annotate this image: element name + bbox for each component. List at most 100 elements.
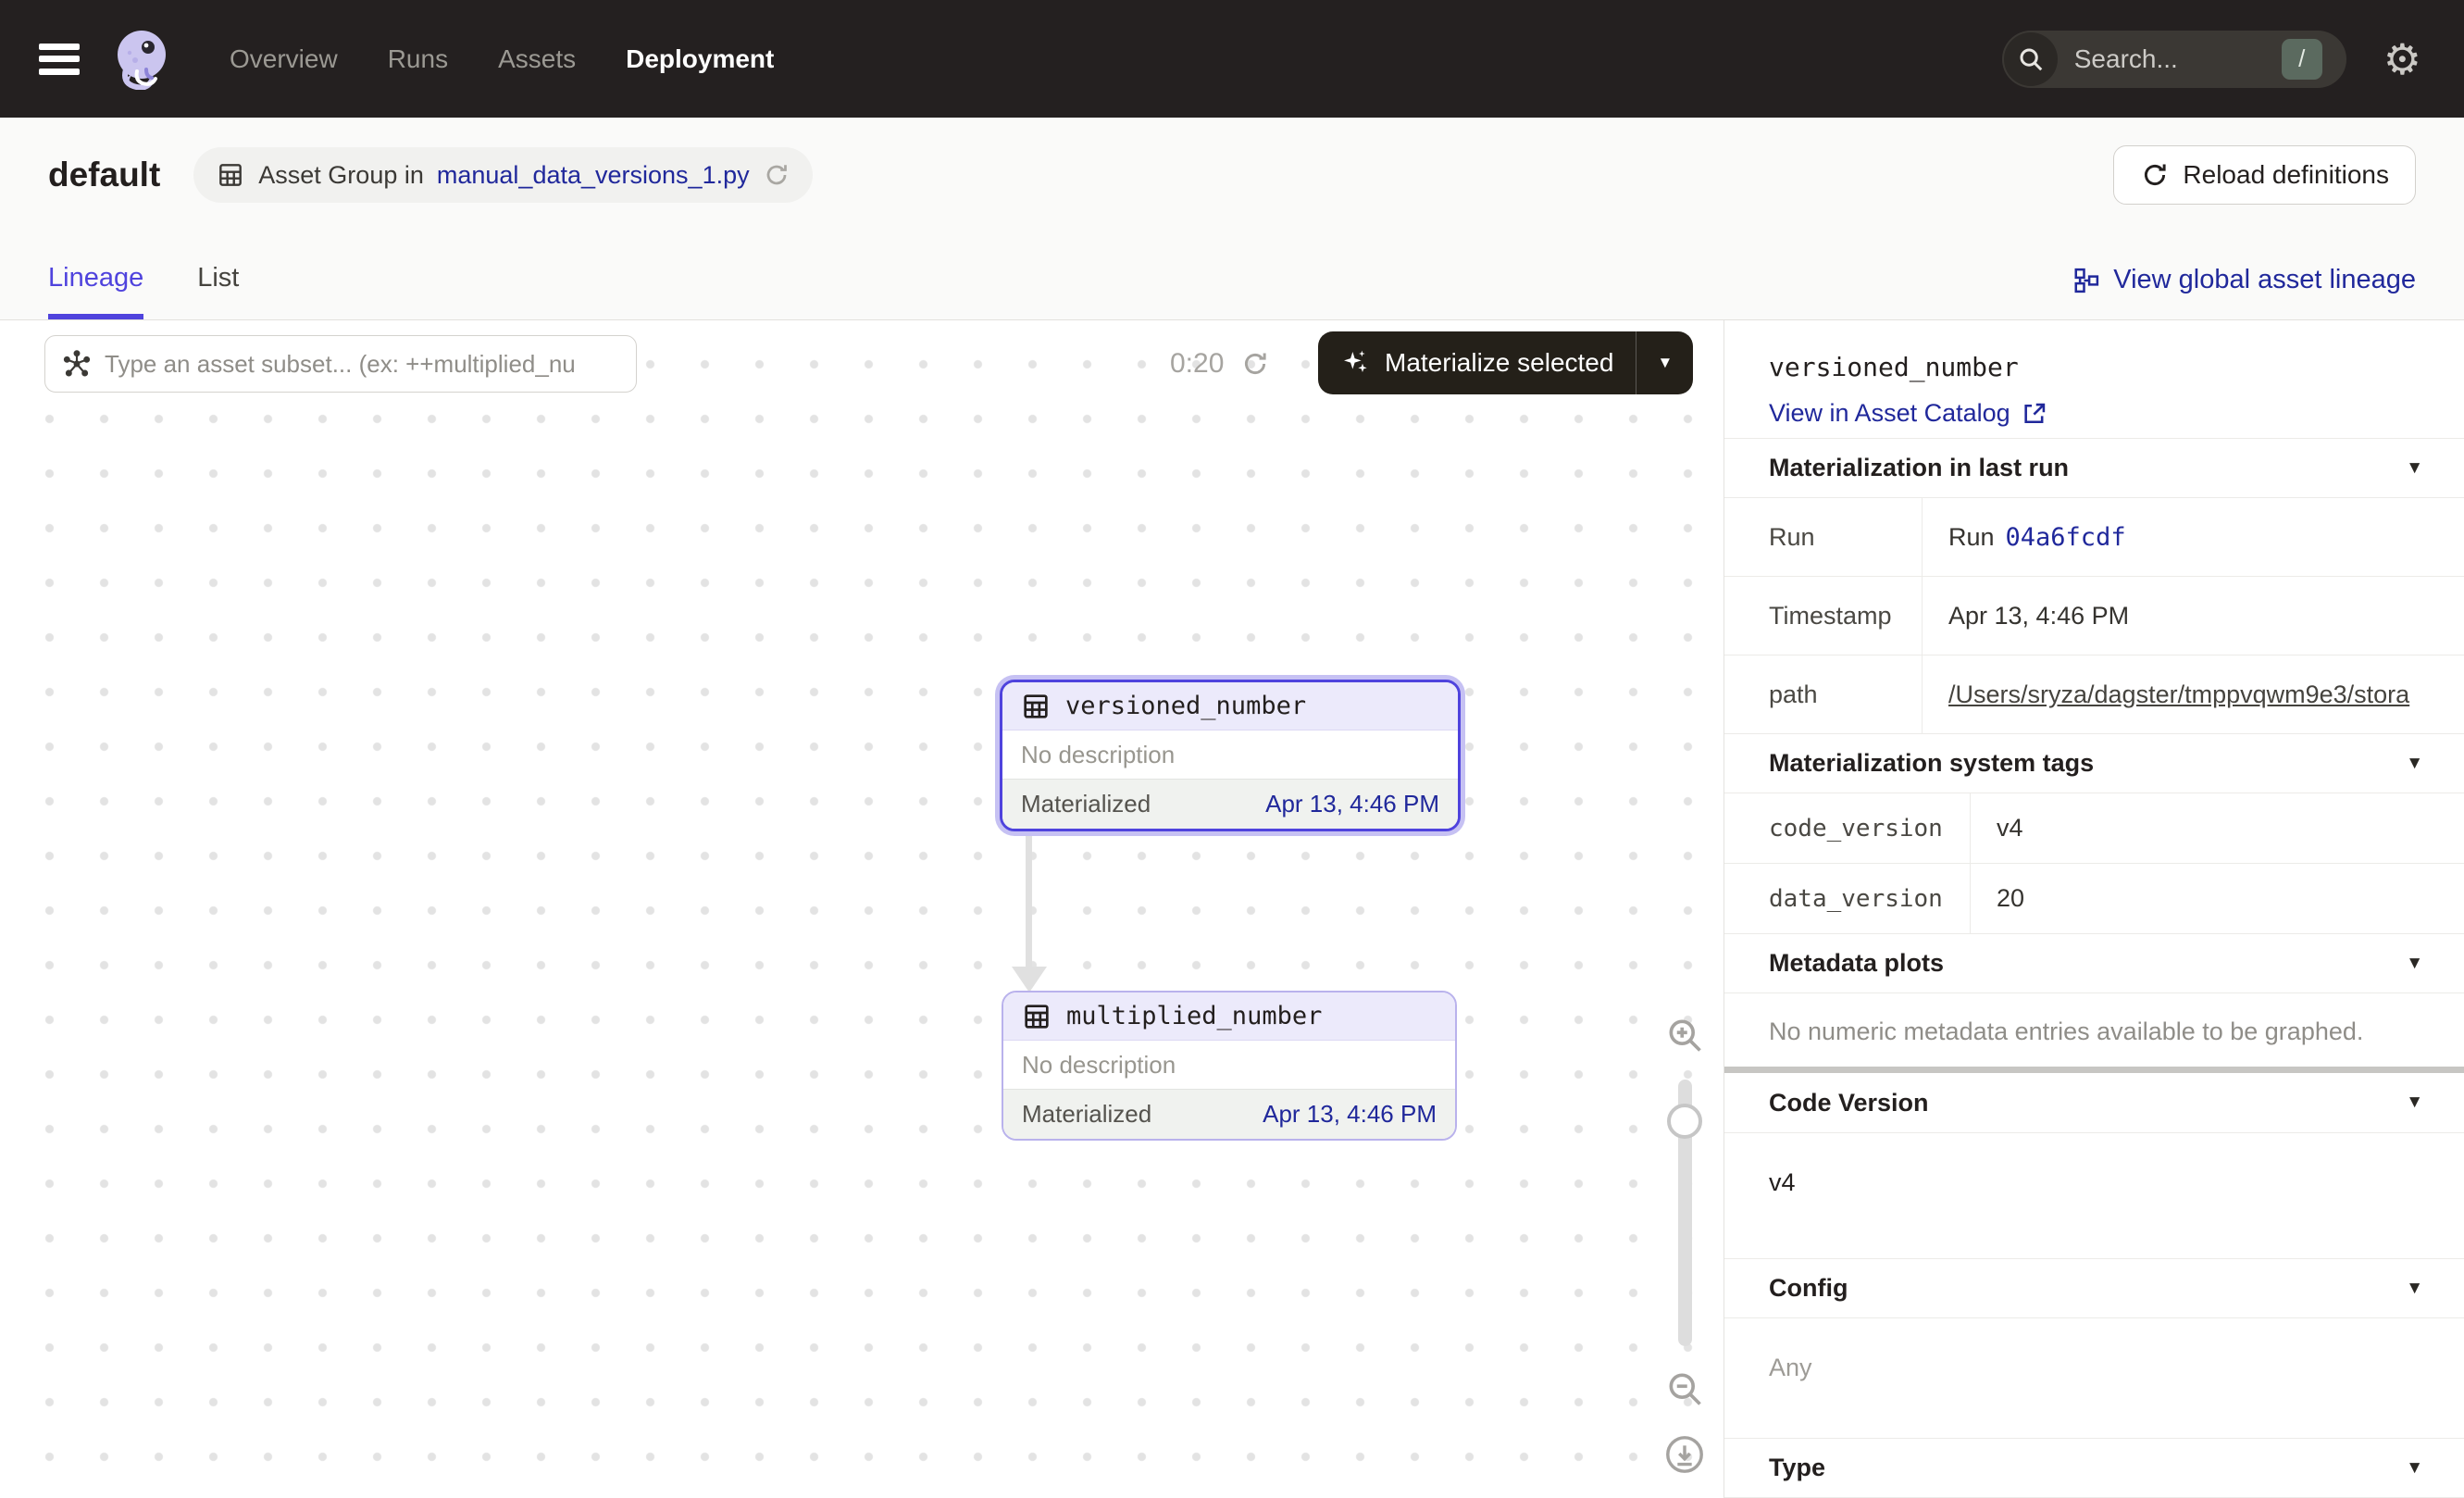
materialize-dropdown-caret[interactable]: ▼: [1636, 331, 1693, 394]
reload-icon: [2140, 160, 2170, 190]
collapse-caret-icon[interactable]: ▼: [2406, 458, 2423, 479]
materialize-selected-button[interactable]: Materialize selected ▼: [1318, 331, 1693, 394]
section-materialization-system-tags[interactable]: Materialization system tags ▼: [1724, 733, 2464, 793]
collapse-caret-icon[interactable]: ▼: [2406, 954, 2423, 974]
refresh-icon[interactable]: [1240, 349, 1270, 379]
search-placeholder: Search...: [2074, 44, 2178, 74]
page-header: default Asset Group in manual_data_versi…: [0, 118, 2464, 320]
asset-node-name: multiplied_number: [1066, 1002, 1322, 1030]
asset-detail-panel: versioned_number View in Asset Catalog M…: [1724, 320, 2464, 1498]
hamburger-menu-icon[interactable]: [39, 44, 80, 75]
config-value: Any: [1724, 1317, 2464, 1438]
panel-divider: [1724, 1067, 2464, 1073]
section-metadata-plots[interactable]: Metadata plots ▼: [1724, 933, 2464, 992]
nav-item-assets[interactable]: Assets: [498, 44, 576, 74]
sparkle-icon: [1340, 348, 1370, 378]
badge-reload-icon[interactable]: [763, 161, 790, 189]
asset-node-timestamp[interactable]: Apr 13, 4:46 PM: [1263, 1100, 1437, 1129]
nav-item-runs[interactable]: Runs: [388, 44, 448, 74]
section-title: Metadata plots: [1769, 949, 1944, 978]
metadata-plots-empty-message: No numeric metadata entries available to…: [1724, 992, 2464, 1067]
row-label: code_version: [1724, 793, 1971, 863]
search-shortcut-badge: /: [2282, 39, 2322, 80]
asset-node-versioned-number[interactable]: versioned_number No description Material…: [1000, 680, 1461, 831]
collapse-caret-icon[interactable]: ▼: [2406, 754, 2423, 774]
table-row-code-version: code_version v4: [1724, 793, 2464, 863]
timestamp-value: Apr 13, 4:46 PM: [1923, 577, 2464, 655]
asset-table-icon: [1021, 692, 1051, 721]
panel-asset-title: versioned_number: [1769, 352, 2420, 382]
tag-value: 20: [1971, 864, 2464, 933]
reload-definitions-label: Reload definitions: [2183, 160, 2389, 190]
section-code-version[interactable]: Code Version ▼: [1724, 1073, 2464, 1132]
table-row-data-version: data_version 20: [1724, 863, 2464, 933]
asset-group-icon: [216, 160, 245, 190]
code-version-value: v4: [1724, 1132, 2464, 1258]
refresh-countdown: 0:20: [1170, 348, 1224, 380]
top-nav: Overview Runs Assets Deployment Search..…: [0, 0, 2464, 118]
asset-table-icon: [1022, 1002, 1052, 1031]
asset-node-status: Materialized: [1022, 1100, 1151, 1129]
download-image-icon[interactable]: [1663, 1433, 1706, 1476]
run-id-link[interactable]: 04a6fcdf: [2006, 523, 2126, 552]
view-in-asset-catalog-label: View in Asset Catalog: [1769, 399, 2010, 428]
section-title: Materialization in last run: [1769, 454, 2069, 482]
nav-items: Overview Runs Assets Deployment: [230, 44, 774, 74]
asset-subset-icon: [62, 349, 92, 379]
settings-gear-icon[interactable]: ⚙: [2383, 38, 2421, 81]
table-row-run: Run Run 04a6fcdf: [1724, 497, 2464, 576]
reload-definitions-button[interactable]: Reload definitions: [2113, 145, 2416, 205]
view-global-asset-lineage-link[interactable]: View global asset lineage: [2072, 265, 2416, 319]
collapse-caret-icon[interactable]: ▼: [2406, 1092, 2423, 1113]
lineage-canvas[interactable]: 0:20 Materialize selected ▼: [0, 320, 1724, 1498]
asset-node-multiplied-number[interactable]: multiplied_number No description Materia…: [1002, 991, 1457, 1141]
asset-node-description: No description: [1002, 730, 1458, 779]
refresh-timer: 0:20: [1170, 348, 1270, 380]
external-link-icon: [2022, 401, 2047, 427]
asset-node-timestamp[interactable]: Apr 13, 4:46 PM: [1265, 790, 1439, 818]
path-link[interactable]: /Users/sryza/dagster/tmppvqwm9e3/stora: [1948, 680, 2409, 709]
asset-node-status: Materialized: [1021, 790, 1151, 818]
tag-value: v4: [1971, 793, 2464, 863]
tab-list[interactable]: List: [197, 263, 239, 319]
table-row-path: path /Users/sryza/dagster/tmppvqwm9e3/st…: [1724, 655, 2464, 733]
section-materialization-in-last-run[interactable]: Materialization in last run ▼: [1724, 438, 2464, 497]
view-in-asset-catalog-link[interactable]: View in Asset Catalog: [1769, 399, 2420, 428]
row-label: data_version: [1724, 864, 1971, 933]
row-label: Run: [1724, 498, 1923, 576]
section-config[interactable]: Config ▼: [1724, 1258, 2464, 1317]
page-title: default: [48, 156, 160, 194]
view-global-asset-lineage-label: View global asset lineage: [2113, 265, 2416, 295]
zoom-in-icon[interactable]: [1664, 1015, 1705, 1055]
lineage-graph-icon: [2072, 267, 2100, 294]
zoom-slider-handle[interactable]: [1667, 1104, 1702, 1139]
asset-filter: [44, 335, 637, 393]
asset-node-description: No description: [1003, 1041, 1455, 1089]
search-input[interactable]: Search... /: [2002, 31, 2346, 88]
collapse-caret-icon[interactable]: ▼: [2406, 1458, 2423, 1479]
search-icon: [2004, 32, 2058, 86]
tab-bar: Lineage List: [48, 263, 239, 319]
section-title: Materialization system tags: [1769, 749, 2094, 778]
section-type[interactable]: Type ▼: [1724, 1438, 2464, 1497]
asset-filter-input[interactable]: [105, 350, 619, 379]
section-title: Config: [1769, 1274, 1848, 1303]
nav-item-overview[interactable]: Overview: [230, 44, 338, 74]
badge-file-link[interactable]: manual_data_versions_1.py: [437, 161, 750, 190]
row-label: path: [1724, 655, 1923, 733]
row-label: Timestamp: [1724, 577, 1923, 655]
dagster-logo: [113, 29, 174, 90]
asset-node-name: versioned_number: [1065, 692, 1306, 720]
run-prefix: Run: [1948, 523, 1995, 552]
collapse-caret-icon[interactable]: ▼: [2406, 1279, 2423, 1299]
tab-lineage[interactable]: Lineage: [48, 263, 143, 319]
zoom-out-icon[interactable]: [1664, 1368, 1705, 1409]
zoom-slider-track[interactable]: [1678, 1080, 1692, 1346]
nav-item-deployment[interactable]: Deployment: [626, 44, 774, 74]
materialize-selected-label: Materialize selected: [1385, 348, 1613, 378]
table-row-timestamp: Timestamp Apr 13, 4:46 PM: [1724, 576, 2464, 655]
badge-prefix: Asset Group in: [258, 161, 424, 190]
section-title: Code Version: [1769, 1089, 1929, 1117]
section-title: Type: [1769, 1454, 1825, 1482]
zoom-controls: [1659, 1015, 1711, 1476]
